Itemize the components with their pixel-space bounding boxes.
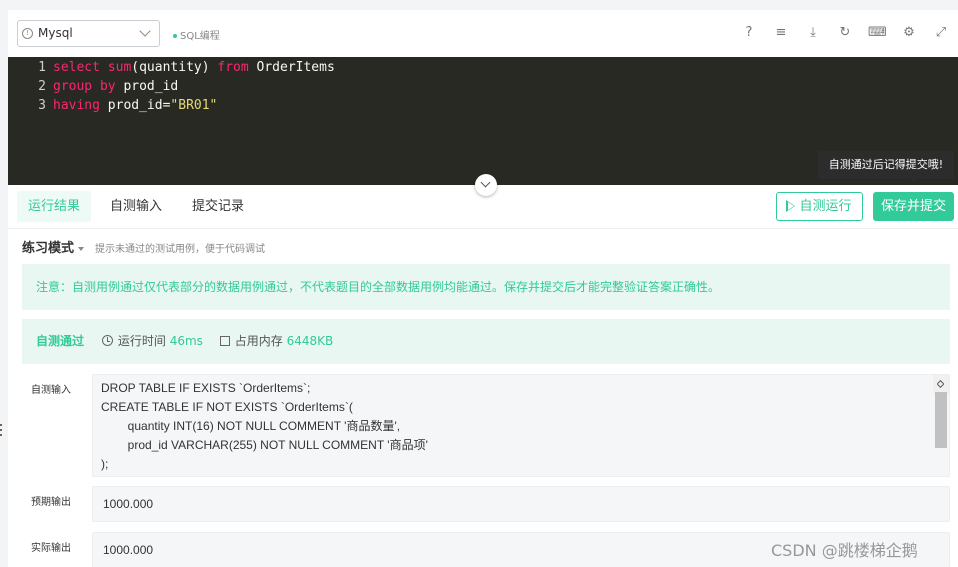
tab-run-result[interactable]: 运行结果 [17,191,92,222]
top-strip [0,0,958,10]
info-icon: ! [22,28,33,39]
code-line[interactable]: 2 group by prod_id [8,79,178,98]
line-number: 2 [38,79,46,94]
refresh-icon[interactable]: ↻ [836,24,854,42]
save-submit-button[interactable]: 保存并提交 [873,192,954,221]
help-icon[interactable]: ? [740,24,758,42]
toolbar-icons: ? ≡ ⤓ ↻ ⌨ ⚙ ⤢ [740,24,950,42]
input-line: prod_id VARCHAR(255) NOT NULL COMMENT '商… [101,438,428,452]
language-value: Mysql [38,26,73,40]
watermark: CSDN @跳楼梯企鹅 [771,541,918,560]
code-token: prod_id [115,79,179,94]
code-token: "BR01" [170,98,218,113]
expected-output-box: 1000.000 [92,486,950,522]
sql-mode-tag: SQL编程 [173,27,220,42]
code-token: from [217,60,249,75]
chevron-down-icon [480,177,491,188]
memory-icon [219,336,230,346]
submit-tooltip: 自测通过后记得提交哦! [818,151,954,183]
caret-down-icon [78,246,85,251]
download-icon[interactable]: ⤓ [804,24,822,42]
code-line[interactable]: 1 select sum(quantity) from OrderItems [8,60,335,79]
tab-self-test-input[interactable]: 自测输入 [99,191,173,222]
result-panel: 运行结果 自测输入 提交记录 自测运行 保存并提交 练习模式 提示未通过的测试用… [8,185,958,567]
code-token: having [53,98,100,113]
submit-tooltip-text: 自测通过后记得提交哦! [828,158,944,171]
result-status-bar: 自测通过 运行时间 46ms 占用内存 6448KB [22,319,950,364]
code-editor[interactable]: 1 select sum(quantity) from OrderItems 2 gr… [8,57,958,185]
code-token: OrderItems [248,60,335,75]
input-line: DROP TABLE IF EXISTS `OrderItems`; [101,381,311,395]
expected-output-label: 预期输出 [31,497,71,508]
run-time-value: 46ms [169,334,203,348]
actual-output-label: 实际输出 [31,543,71,554]
tab-submit-history[interactable]: 提交记录 [181,191,255,222]
code-token: (quantity) [131,60,218,75]
run-time-label: 运行时间 [117,334,166,348]
input-line: quantity INT(16) NOT NULL COMMENT '商品数量'… [101,419,401,433]
list-icon[interactable]: ≡ [772,24,790,42]
collapse-toggle-button[interactable] [475,174,497,196]
input-line: INSERT `OrderItems` VALUES (1,'a0001'),(… [101,474,927,476]
editor-toolbar: ! Mysql SQL编程 ? ≡ ⤓ ↻ ⌨ ⚙ ⤢ [8,10,958,57]
self-test-run-button[interactable]: 自测运行 [776,192,863,221]
fullscreen-icon[interactable]: ⤢ [932,24,950,42]
status-badge: 自测通过 [36,334,85,348]
input-line: CREATE TABLE IF NOT EXISTS `OrderItems`( [101,400,353,414]
code-token: by [99,79,116,94]
sql-mode-label: SQL编程 [180,31,220,42]
code-token: sum [107,60,132,75]
keyboard-icon[interactable]: ⌨ [868,24,887,42]
notice-banner: 注意：自测用例通过仅代表部分的数据用例通过，不代表题目的全部数据用例均能通过。保… [22,264,950,310]
memory-value: 6448KB [286,334,334,348]
input-scrollbar[interactable] [933,375,949,448]
practice-mode-hint: 提示未通过的测试用例，便于代码调试 [95,244,265,255]
self-test-input-box[interactable]: DROP TABLE IF EXISTS `OrderItems`; CREATE… [92,374,950,477]
input-label: 自测输入 [31,385,71,396]
line-number: 3 [38,98,46,113]
line-number: 1 [38,60,46,75]
self-test-run-label: 自测运行 [799,199,852,214]
code-token: prod_id= [99,98,171,113]
play-icon [786,200,796,212]
practice-mode-select[interactable]: 练习模式 [22,237,85,256]
settings-icon[interactable]: ⚙ [900,24,918,42]
clock-icon [101,335,113,346]
memory-label: 占用内存 [234,334,283,348]
code-token: select [53,60,100,75]
code-token: group [53,79,93,94]
chevron-down-icon [139,25,151,37]
practice-mode-label: 练习模式 [22,241,75,256]
code-line[interactable]: 3 having prod_id="BR01" [8,98,217,117]
language-select[interactable]: ! Mysql [17,20,160,47]
result-tabs: 运行结果 自测输入 提交记录 [17,191,263,222]
input-line: ); [101,457,109,471]
scroll-thumb[interactable] [935,392,947,448]
resize-handle[interactable] [0,424,3,438]
divider [8,228,958,229]
